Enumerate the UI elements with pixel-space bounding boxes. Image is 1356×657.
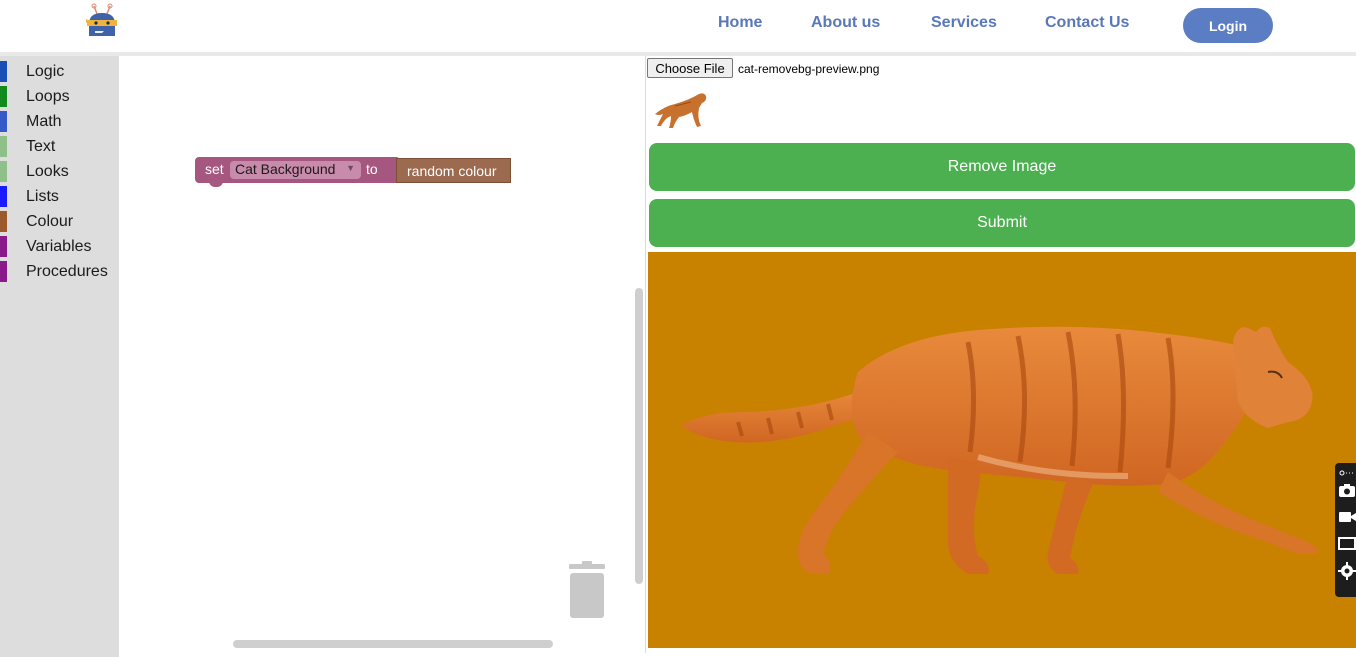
nav-contact-link[interactable]: Contact Us — [1045, 14, 1129, 32]
category-label: Text — [26, 138, 56, 155]
set-keyword: set — [205, 161, 224, 177]
random-colour-label: random colour — [407, 163, 497, 179]
video-camera-icon[interactable] — [1338, 508, 1356, 526]
category-label: Math — [26, 113, 62, 130]
robot-logo-icon[interactable] — [84, 2, 120, 40]
choose-file-button[interactable]: Choose File — [647, 58, 733, 78]
screen-capture-widget — [1335, 463, 1356, 597]
to-keyword: to — [366, 161, 378, 177]
blockly-workspace[interactable]: set Cat Background ▼ to random colour — [119, 56, 646, 653]
navbar: Home About us Services Contact Us Login — [0, 0, 1356, 56]
uploaded-image-thumbnail — [649, 84, 709, 132]
random-colour-block[interactable]: random colour — [396, 158, 511, 183]
category-label: Variables — [26, 238, 92, 255]
selected-file-name: cat-removebg-preview.png — [738, 62, 880, 76]
block-notch — [209, 179, 223, 187]
variable-dropdown[interactable]: Cat Background ▼ — [230, 161, 361, 179]
category-color-bar — [0, 61, 7, 82]
toolbox-category-loops[interactable]: Loops — [0, 83, 119, 108]
variable-dropdown-label: Cat Background — [235, 161, 336, 177]
category-color-bar — [0, 136, 7, 157]
submit-button[interactable]: Submit — [649, 199, 1355, 247]
block-toolbox: Logic Loops Math Text Looks Lists Colour… — [0, 56, 119, 657]
screen-icon[interactable] — [1338, 535, 1356, 553]
toolbox-category-math[interactable]: Math — [0, 108, 119, 133]
category-label: Colour — [26, 213, 74, 230]
toolbox-category-procedures[interactable]: Procedures — [0, 258, 119, 283]
toolbox-category-colour[interactable]: Colour — [0, 208, 119, 233]
category-label: Loops — [26, 88, 70, 105]
category-label: Procedures — [26, 263, 108, 280]
category-color-bar — [0, 236, 7, 257]
link-icon[interactable] — [1338, 465, 1356, 476]
nav-about-link[interactable]: About us — [811, 14, 880, 32]
category-color-bar — [0, 86, 7, 107]
category-color-bar — [0, 261, 7, 282]
cat-image — [682, 326, 1317, 574]
category-color-bar — [0, 111, 7, 132]
toolbox-category-text[interactable]: Text — [0, 133, 119, 158]
toolbox-category-looks[interactable]: Looks — [0, 158, 119, 183]
remove-image-button[interactable]: Remove Image — [649, 143, 1355, 191]
category-color-bar — [0, 161, 7, 182]
category-label: Lists — [26, 188, 59, 205]
category-color-bar — [0, 211, 7, 232]
chevron-down-icon: ▼ — [346, 163, 355, 173]
category-color-bar — [0, 186, 7, 207]
nav-services-link[interactable]: Services — [931, 14, 997, 32]
nav-home-link[interactable]: Home — [718, 14, 762, 32]
workspace-horizontal-scrollbar[interactable] — [233, 640, 553, 648]
category-label: Looks — [26, 163, 69, 180]
trash-can-icon[interactable] — [565, 561, 609, 621]
image-panel: Choose File cat-removebg-preview.png Rem… — [646, 56, 1356, 653]
category-label: Logic — [26, 63, 65, 80]
toolbox-category-lists[interactable]: Lists — [0, 183, 119, 208]
workspace-vertical-scrollbar[interactable] — [635, 288, 643, 584]
login-button[interactable]: Login — [1183, 8, 1273, 43]
gear-icon[interactable] — [1338, 562, 1356, 580]
toolbox-category-variables[interactable]: Variables — [0, 233, 119, 258]
image-preview-canvas — [648, 252, 1356, 648]
camera-icon[interactable] — [1338, 481, 1356, 499]
toolbox-category-logic[interactable]: Logic — [0, 58, 119, 83]
